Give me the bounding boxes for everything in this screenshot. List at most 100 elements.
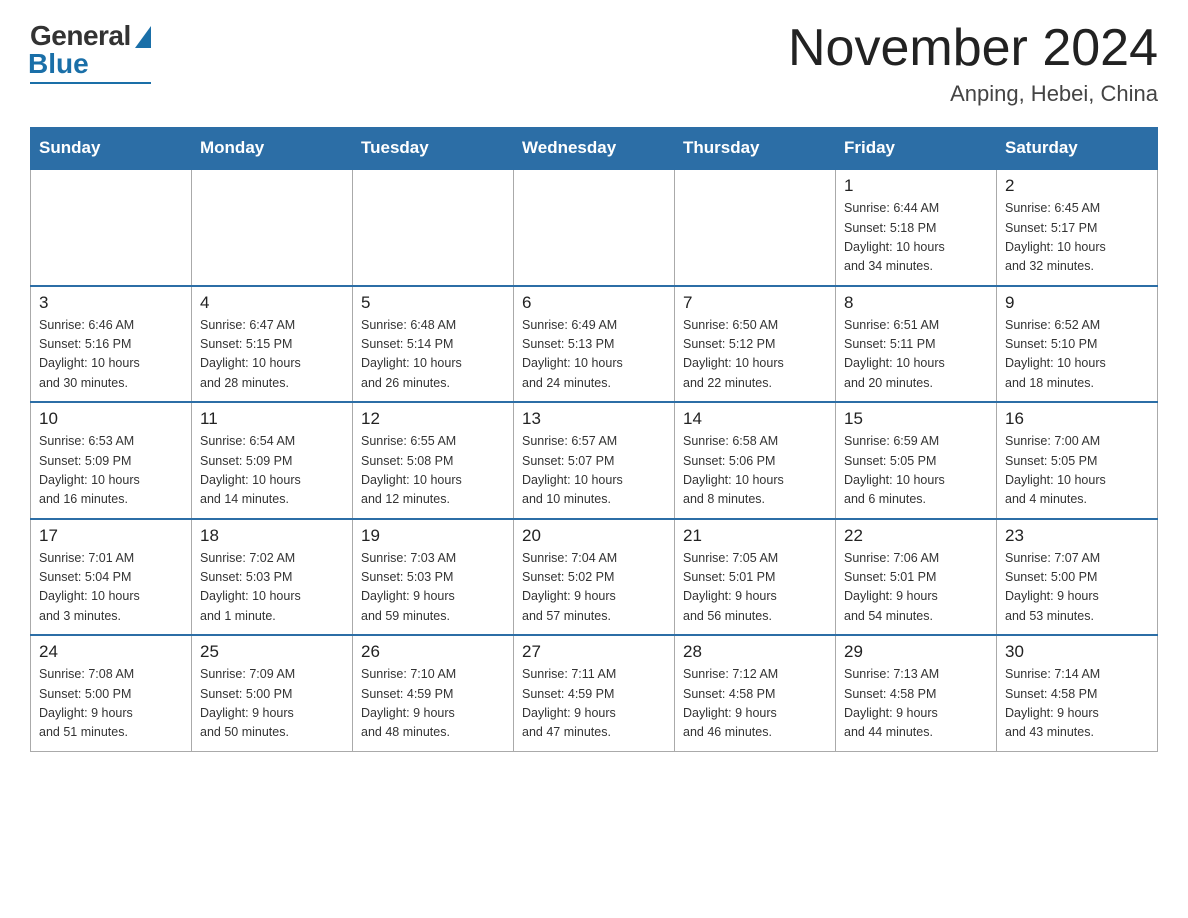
day-info: Sunrise: 6:49 AM Sunset: 5:13 PM Dayligh… — [522, 316, 666, 394]
day-info: Sunrise: 6:50 AM Sunset: 5:12 PM Dayligh… — [683, 316, 827, 394]
weekday-header-saturday: Saturday — [997, 128, 1158, 170]
day-number: 28 — [683, 642, 827, 662]
day-info: Sunrise: 6:57 AM Sunset: 5:07 PM Dayligh… — [522, 432, 666, 510]
day-number: 18 — [200, 526, 344, 546]
day-info: Sunrise: 7:10 AM Sunset: 4:59 PM Dayligh… — [361, 665, 505, 743]
day-number: 23 — [1005, 526, 1149, 546]
calendar-cell: 26 Sunrise: 7:10 AM Sunset: 4:59 PM Dayli… — [353, 635, 514, 751]
calendar-cell: 25 Sunrise: 7:09 AM Sunset: 5:00 PM Dayli… — [192, 635, 353, 751]
calendar-cell: 18 Sunrise: 7:02 AM Sunset: 5:03 PM Dayli… — [192, 519, 353, 636]
day-number: 30 — [1005, 642, 1149, 662]
day-info: Sunrise: 6:54 AM Sunset: 5:09 PM Dayligh… — [200, 432, 344, 510]
calendar-cell: 12 Sunrise: 6:55 AM Sunset: 5:08 PM Dayli… — [353, 402, 514, 519]
calendar-cell: 11 Sunrise: 6:54 AM Sunset: 5:09 PM Dayli… — [192, 402, 353, 519]
day-info: Sunrise: 7:12 AM Sunset: 4:58 PM Dayligh… — [683, 665, 827, 743]
day-info: Sunrise: 6:53 AM Sunset: 5:09 PM Dayligh… — [39, 432, 183, 510]
calendar-cell: 6 Sunrise: 6:49 AM Sunset: 5:13 PM Daylig… — [514, 286, 675, 403]
week-row-1: 1Sunrise: 6:44 AM Sunset: 5:18 PM Daylig… — [31, 169, 1158, 286]
day-number: 3 — [39, 293, 183, 313]
week-row-2: 3 Sunrise: 6:46 AM Sunset: 5:16 PM Daylig… — [31, 286, 1158, 403]
day-number: 25 — [200, 642, 344, 662]
day-number: 27 — [522, 642, 666, 662]
day-number: 24 — [39, 642, 183, 662]
weekday-header-wednesday: Wednesday — [514, 128, 675, 170]
calendar-cell: 10Sunrise: 6:53 AM Sunset: 5:09 PM Dayli… — [31, 402, 192, 519]
calendar-cell: 5 Sunrise: 6:48 AM Sunset: 5:14 PM Daylig… — [353, 286, 514, 403]
day-number: 22 — [844, 526, 988, 546]
day-number: 20 — [522, 526, 666, 546]
day-info: Sunrise: 7:13 AM Sunset: 4:58 PM Dayligh… — [844, 665, 988, 743]
weekday-header-thursday: Thursday — [675, 128, 836, 170]
day-info: Sunrise: 6:55 AM Sunset: 5:08 PM Dayligh… — [361, 432, 505, 510]
day-number: 17 — [39, 526, 183, 546]
day-info: Sunrise: 7:02 AM Sunset: 5:03 PM Dayligh… — [200, 549, 344, 627]
logo: General Blue — [30, 20, 151, 84]
day-number: 26 — [361, 642, 505, 662]
calendar-cell: 21 Sunrise: 7:05 AM Sunset: 5:01 PM Dayli… — [675, 519, 836, 636]
logo-underline — [30, 82, 151, 84]
calendar-cell: 3 Sunrise: 6:46 AM Sunset: 5:16 PM Daylig… — [31, 286, 192, 403]
day-number: 2 — [1005, 176, 1149, 196]
calendar-cell: 23Sunrise: 7:07 AM Sunset: 5:00 PM Dayli… — [997, 519, 1158, 636]
week-row-4: 17 Sunrise: 7:01 AM Sunset: 5:04 PM Dayli… — [31, 519, 1158, 636]
day-number: 5 — [361, 293, 505, 313]
calendar-cell: 22 Sunrise: 7:06 AM Sunset: 5:01 PM Dayli… — [836, 519, 997, 636]
page-header: General Blue November 2024 Anping, Hebei… — [30, 20, 1158, 107]
location-text: Anping, Hebei, China — [788, 81, 1158, 107]
day-number: 14 — [683, 409, 827, 429]
calendar-cell: 19Sunrise: 7:03 AM Sunset: 5:03 PM Dayli… — [353, 519, 514, 636]
day-number: 15 — [844, 409, 988, 429]
day-info: Sunrise: 7:05 AM Sunset: 5:01 PM Dayligh… — [683, 549, 827, 627]
day-number: 21 — [683, 526, 827, 546]
day-info: Sunrise: 6:46 AM Sunset: 5:16 PM Dayligh… — [39, 316, 183, 394]
weekday-header-sunday: Sunday — [31, 128, 192, 170]
calendar-cell — [31, 169, 192, 286]
day-number: 9 — [1005, 293, 1149, 313]
calendar-cell: 30Sunrise: 7:14 AM Sunset: 4:58 PM Dayli… — [997, 635, 1158, 751]
day-number: 8 — [844, 293, 988, 313]
calendar-cell: 4Sunrise: 6:47 AM Sunset: 5:15 PM Daylig… — [192, 286, 353, 403]
weekday-header-tuesday: Tuesday — [353, 128, 514, 170]
weekday-header-monday: Monday — [192, 128, 353, 170]
day-number: 19 — [361, 526, 505, 546]
calendar-cell: 24 Sunrise: 7:08 AM Sunset: 5:00 PM Dayli… — [31, 635, 192, 751]
calendar-cell: 20 Sunrise: 7:04 AM Sunset: 5:02 PM Dayli… — [514, 519, 675, 636]
day-number: 1 — [844, 176, 988, 196]
calendar-cell: 9 Sunrise: 6:52 AM Sunset: 5:10 PM Daylig… — [997, 286, 1158, 403]
logo-triangle-icon — [135, 26, 151, 48]
calendar-cell: 7 Sunrise: 6:50 AM Sunset: 5:12 PM Daylig… — [675, 286, 836, 403]
calendar-cell: 13 Sunrise: 6:57 AM Sunset: 5:07 PM Dayli… — [514, 402, 675, 519]
weekday-header-row: SundayMondayTuesdayWednesdayThursdayFrid… — [31, 128, 1158, 170]
day-number: 6 — [522, 293, 666, 313]
title-block: November 2024 Anping, Hebei, China — [788, 20, 1158, 107]
day-info: Sunrise: 7:01 AM Sunset: 5:04 PM Dayligh… — [39, 549, 183, 627]
calendar-cell — [353, 169, 514, 286]
calendar-cell: 8 Sunrise: 6:51 AM Sunset: 5:11 PM Daylig… — [836, 286, 997, 403]
day-info: Sunrise: 6:52 AM Sunset: 5:10 PM Dayligh… — [1005, 316, 1149, 394]
calendar-cell: 2Sunrise: 6:45 AM Sunset: 5:17 PM Daylig… — [997, 169, 1158, 286]
calendar-cell: 15 Sunrise: 6:59 AM Sunset: 5:05 PM Dayli… — [836, 402, 997, 519]
calendar-cell — [192, 169, 353, 286]
day-info: Sunrise: 7:09 AM Sunset: 5:00 PM Dayligh… — [200, 665, 344, 743]
calendar-table: SundayMondayTuesdayWednesdayThursdayFrid… — [30, 127, 1158, 752]
weekday-header-friday: Friday — [836, 128, 997, 170]
day-info: Sunrise: 7:04 AM Sunset: 5:02 PM Dayligh… — [522, 549, 666, 627]
calendar-cell: 27Sunrise: 7:11 AM Sunset: 4:59 PM Dayli… — [514, 635, 675, 751]
day-info: Sunrise: 7:06 AM Sunset: 5:01 PM Dayligh… — [844, 549, 988, 627]
day-number: 29 — [844, 642, 988, 662]
day-number: 11 — [200, 409, 344, 429]
day-info: Sunrise: 6:58 AM Sunset: 5:06 PM Dayligh… — [683, 432, 827, 510]
calendar-cell — [675, 169, 836, 286]
week-row-3: 10Sunrise: 6:53 AM Sunset: 5:09 PM Dayli… — [31, 402, 1158, 519]
day-number: 12 — [361, 409, 505, 429]
day-number: 13 — [522, 409, 666, 429]
calendar-cell: 16Sunrise: 7:00 AM Sunset: 5:05 PM Dayli… — [997, 402, 1158, 519]
day-info: Sunrise: 7:08 AM Sunset: 5:00 PM Dayligh… — [39, 665, 183, 743]
calendar-cell: 14 Sunrise: 6:58 AM Sunset: 5:06 PM Dayli… — [675, 402, 836, 519]
day-info: Sunrise: 6:48 AM Sunset: 5:14 PM Dayligh… — [361, 316, 505, 394]
day-number: 7 — [683, 293, 827, 313]
logo-blue-text: Blue — [28, 48, 89, 80]
month-title: November 2024 — [788, 20, 1158, 77]
day-info: Sunrise: 6:59 AM Sunset: 5:05 PM Dayligh… — [844, 432, 988, 510]
day-info: Sunrise: 6:51 AM Sunset: 5:11 PM Dayligh… — [844, 316, 988, 394]
